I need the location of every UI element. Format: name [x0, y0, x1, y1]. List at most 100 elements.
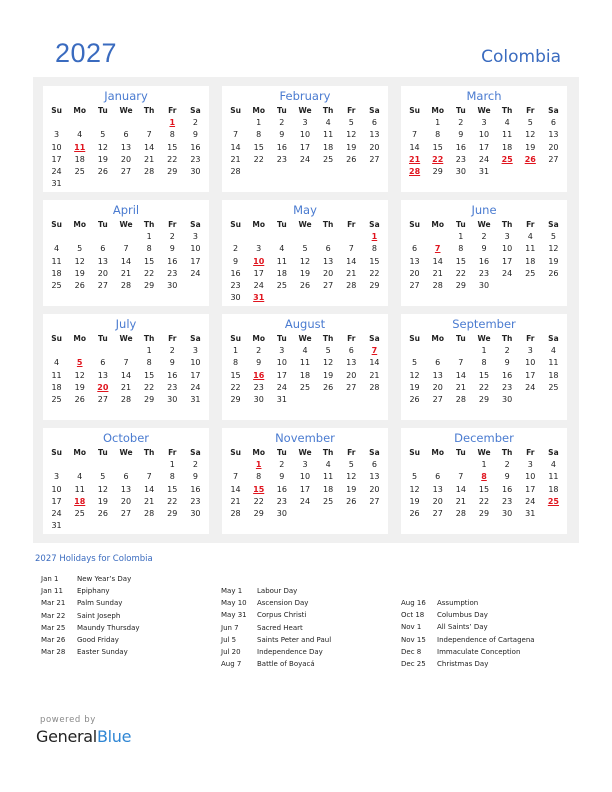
day-cell: 20 — [120, 154, 132, 164]
week-row: 19 20 21 22 23 24 25 — [401, 382, 567, 394]
day-cell: 10 — [299, 472, 311, 482]
day-cell: 28 — [455, 509, 466, 519]
holiday-day-cell: 26 — [524, 154, 536, 164]
week-row: 29 30 31 — [222, 394, 388, 406]
month-name: May — [293, 203, 317, 217]
holiday-date: Mar 26 — [41, 635, 66, 644]
day-cell: 6 — [435, 472, 441, 482]
empty-day-cell — [363, 508, 386, 520]
holiday-date: Mar 21 — [41, 599, 66, 608]
empty-day-cell — [91, 459, 114, 471]
day-cell: 12 — [525, 130, 536, 140]
empty-day-cell — [45, 345, 68, 357]
day-cell: 10 — [190, 244, 201, 254]
day-cell: 13 — [369, 472, 380, 482]
day-cell: 30 — [478, 281, 490, 291]
day-cell: 11 — [323, 472, 334, 482]
day-cell: 23 — [253, 382, 264, 392]
day-cell: 15 — [144, 370, 155, 380]
holiday-list-item: May 1 Labour Day — [221, 585, 331, 597]
weekday-label: Fr — [347, 448, 356, 457]
day-cell: 10 — [299, 130, 311, 140]
day-cell: 28 — [120, 395, 132, 405]
weekday-label: Tu — [456, 220, 466, 229]
empty-day-cell — [247, 166, 270, 178]
day-cell: 17 — [299, 484, 311, 494]
weekday-label: Su — [409, 334, 420, 343]
holiday-name: Christmas Day — [437, 659, 489, 668]
day-cell: 29 — [167, 167, 178, 177]
day-cell: 27 — [432, 395, 443, 405]
day-cell: 19 — [525, 142, 536, 152]
week-row: 1 2 3 4 5 6 7 — [222, 345, 388, 357]
day-cell: 6 — [325, 244, 331, 254]
holiday-date: Mar 25 — [41, 623, 66, 632]
holiday-list-item: Aug 7 Battle of Boyacá — [221, 658, 331, 670]
weekday-label: We — [477, 334, 491, 343]
day-cell: 7 — [233, 130, 239, 140]
day-cell: 21 — [455, 382, 466, 392]
holiday-date: May 31 — [221, 611, 247, 620]
day-cell: 2 — [256, 346, 262, 355]
weekday-label: We — [477, 220, 491, 229]
week-row: 12 — [43, 459, 209, 471]
week-row: 28 29 30 — [222, 508, 388, 520]
empty-day-cell — [68, 178, 91, 190]
empty-day-cell — [270, 292, 293, 304]
day-cell: 21 — [144, 496, 155, 506]
day-cell: 1 — [481, 460, 487, 469]
weekday-label: Th — [501, 220, 513, 229]
day-cell: 20 — [120, 496, 132, 506]
holiday-name: Sacred Heart — [257, 623, 303, 632]
day-cell: 8 — [146, 358, 152, 368]
holiday-list-item: Mar 22 Saint Joseph — [41, 610, 140, 622]
day-cell: 29 — [253, 509, 264, 519]
empty-day-cell — [138, 520, 161, 532]
day-cell: 24 — [51, 167, 62, 177]
week-row: 5 6 7 8 9 10 11 — [401, 357, 567, 369]
week-row: 10 11 12 13 14 15 16 — [43, 142, 209, 154]
day-cell: 9 — [233, 256, 239, 266]
empty-day-cell — [45, 459, 68, 471]
week-row: 1 2 3 4 5 6 — [222, 459, 388, 471]
holiday-list-item: Mar 21 Palm Sunday — [41, 597, 140, 609]
day-cell: 27 — [120, 509, 132, 519]
day-cell: 13 — [432, 484, 443, 494]
day-cell: 3 — [256, 244, 262, 254]
weekday-label: Tu — [277, 220, 287, 229]
empty-day-cell — [426, 231, 449, 243]
day-cell: 10 — [190, 358, 201, 368]
weekday-label: Fr — [526, 220, 535, 229]
month-name: August — [284, 317, 326, 331]
week-row: 2 3 4 5 6 7 8 — [222, 243, 388, 255]
day-cell: 7 — [458, 472, 464, 482]
weekday-label: Fr — [168, 448, 177, 457]
day-cell: 24 — [190, 382, 201, 392]
day-cell: 20 — [369, 484, 380, 494]
holiday-list-item: Dec 25 Christmas Day — [401, 658, 535, 670]
holiday-list-item: May 31 Corpus Christi — [221, 609, 331, 621]
empty-day-cell — [519, 280, 542, 292]
empty-day-cell — [542, 166, 565, 178]
holiday-day-cell: 22 — [432, 154, 444, 164]
day-cell: 30 — [190, 509, 201, 519]
day-cell: 13 — [346, 358, 357, 368]
holiday-list-column-3: Aug 16 Assumption Oct 18 Columbus Day Nov 1 A… — [401, 597, 535, 670]
day-cell: 12 — [346, 130, 357, 140]
weekday-label: Sa — [548, 334, 559, 343]
week-row: 21 22 23 24 25 26 27 — [222, 496, 388, 508]
weekday-label: Sa — [548, 448, 559, 457]
day-cell: 16 — [167, 256, 178, 266]
day-cell: 18 — [74, 154, 85, 164]
empty-day-cell — [496, 166, 519, 178]
empty-day-cell — [45, 117, 68, 129]
day-cell: 2 — [192, 118, 198, 127]
day-cell: 6 — [123, 130, 129, 140]
month-march: March Su Mo Tu We Th Fr Sa 1 2 3 4 5 6 7 8 9 10 11 12 13 14 15… — [401, 86, 567, 192]
week-row: 11 12 13 14 15 16 17 — [43, 370, 209, 382]
day-cell: 5 — [527, 118, 533, 127]
day-cell: 12 — [74, 370, 85, 380]
day-cell: 23 — [167, 268, 178, 278]
week-row: 25 26 27 28 29 30 31 — [43, 394, 209, 406]
day-cell: 5 — [412, 472, 418, 482]
